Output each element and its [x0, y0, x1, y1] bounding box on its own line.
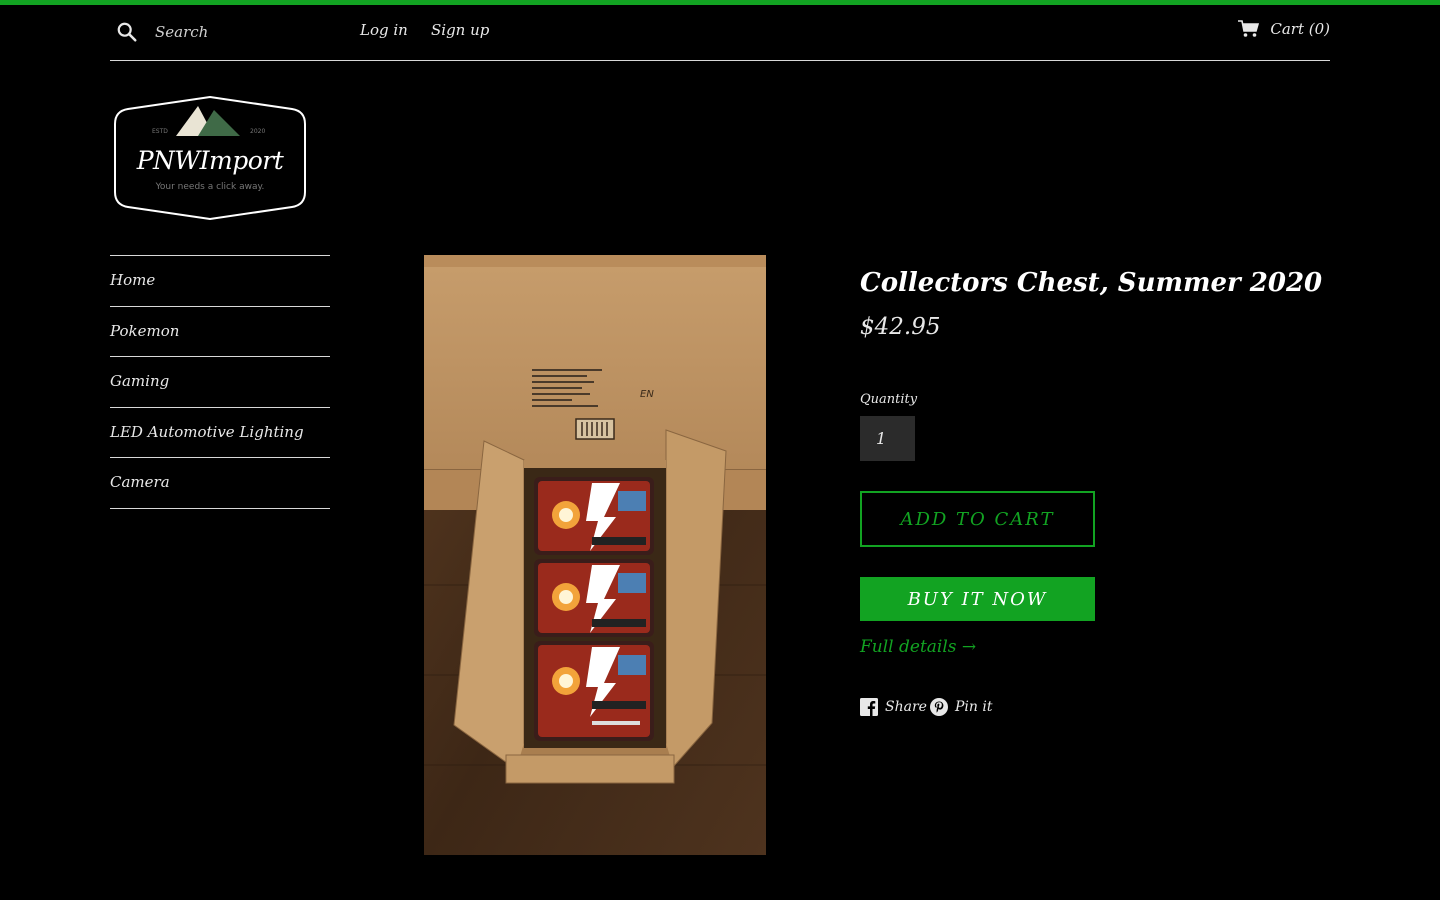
search-input[interactable] — [155, 19, 335, 45]
collectors-tins — [534, 477, 654, 741]
sidebar-item-led-automotive-lighting[interactable]: LED Automotive Lighting — [110, 408, 330, 459]
logo-name: PNWImport — [136, 146, 284, 175]
logo-est: ESTD — [152, 128, 168, 135]
share-pinterest-link[interactable]: Pin it — [930, 698, 992, 716]
cart-icon — [1238, 20, 1260, 37]
store-logo[interactable]: ESTD 2020 PNWImport Your needs a click a… — [114, 95, 306, 221]
signup-link[interactable]: Sign up — [431, 21, 489, 39]
login-link[interactable]: Log in — [360, 21, 408, 39]
sidebar-item-camera[interactable]: Camera — [110, 458, 330, 509]
product-title: Collectors Chest, Summer 2020 — [860, 268, 1323, 298]
search-icon[interactable] — [116, 21, 138, 43]
facebook-icon — [860, 698, 878, 716]
pinterest-icon — [930, 698, 948, 716]
share-facebook-label: Share — [885, 699, 927, 715]
share-facebook-link[interactable]: Share — [860, 698, 927, 716]
full-details-link[interactable]: Full details → — [860, 637, 976, 657]
product-image[interactable]: EN — [424, 255, 766, 855]
product-price: $42.95 — [860, 314, 941, 340]
sidebar-item-gaming[interactable]: Gaming — [110, 357, 330, 408]
logo-tagline: Your needs a click away. — [155, 182, 265, 192]
sidebar-item-home[interactable]: Home — [110, 256, 330, 307]
logo-year: 2020 — [250, 128, 266, 135]
cart-label: Cart (0) — [1270, 20, 1330, 38]
site-header: Log in Sign up Cart (0) — [110, 5, 1330, 61]
share-pinterest-label: Pin it — [955, 699, 993, 715]
sidebar-item-pokemon[interactable]: Pokemon — [110, 307, 330, 358]
sidebar-nav: Home Pokemon Gaming LED Automotive Light… — [110, 255, 330, 509]
quantity-label: Quantity — [860, 392, 918, 407]
box-label-text: EN — [640, 389, 654, 400]
quantity-input[interactable] — [860, 416, 915, 461]
buy-it-now-button[interactable]: BUY IT NOW — [860, 577, 1095, 621]
cart-link[interactable]: Cart (0) — [1238, 20, 1330, 38]
add-to-cart-button[interactable]: ADD TO CART — [860, 491, 1095, 547]
